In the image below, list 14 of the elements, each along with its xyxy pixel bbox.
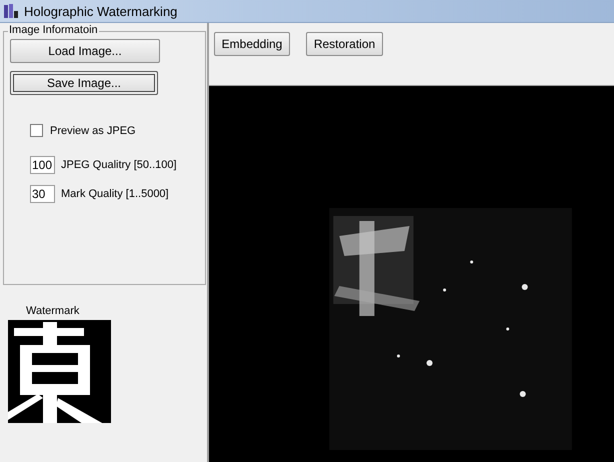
group-title: Image Informatoin	[8, 24, 99, 36]
watermark-label: Watermark	[26, 305, 80, 317]
file-button[interactable]: Save Image...	[10, 71, 158, 95]
checkbox[interactable]	[30, 124, 43, 137]
window-title: Holographic Watermarking	[24, 4, 178, 18]
app-icon	[3, 3, 19, 19]
field-label: Mark Quality [1..5000]	[61, 188, 169, 200]
checkbox-label: Preview as JPEG	[50, 124, 136, 136]
file-button[interactable]: Load Image...	[10, 39, 160, 63]
input-field[interactable]: 30	[30, 185, 55, 203]
mode-button[interactable]: Restoration	[306, 32, 383, 56]
input-field[interactable]: 100	[30, 156, 55, 174]
field-label: JPEG Qualitry [50..100]	[61, 159, 177, 171]
mode-button[interactable]: Embedding	[214, 32, 290, 56]
